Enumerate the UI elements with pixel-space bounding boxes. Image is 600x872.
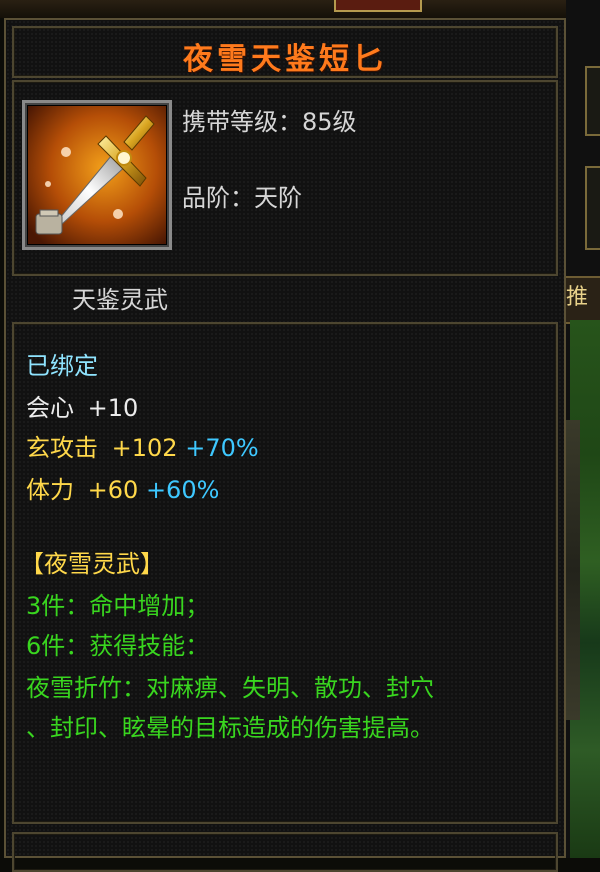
stat-stamina-value: +60: [87, 476, 139, 504]
set-skill-line-2: 、封印、眩晕的目标造成的伤害提高。: [26, 714, 434, 742]
item-description-box: [12, 832, 558, 872]
carry-level-label: 携带等级：: [182, 108, 302, 136]
stat-stamina: 体力 +60 +60%: [26, 470, 219, 505]
title-box: 夜雪天鉴短匕: [12, 26, 558, 78]
item-stats-box: 已绑定 会心 +10 玄攻击 +102 +70% 体力 +60 +60% 【夜雪…: [12, 322, 558, 824]
grade-value: 天阶: [254, 184, 302, 212]
grade-label: 品阶：: [182, 184, 254, 212]
set-bonus-3: 3件：命中增加；: [26, 592, 210, 620]
item-icon-frame[interactable]: [22, 100, 172, 250]
item-info-box: 携带等级：85级 品阶：天阶: [12, 80, 558, 276]
set-bonus-6: 6件：获得技能：: [26, 632, 210, 660]
item-grade: 品阶：天阶: [182, 178, 302, 213]
stat-xuan-value: +102: [111, 434, 178, 462]
stat-xuan-label: 玄攻击: [26, 434, 98, 462]
stat-crit-value: +10: [87, 394, 139, 422]
carry-level: 携带等级：85级: [182, 102, 357, 137]
item-tooltip: 夜雪天鉴短匕 携带等级：85级 品阶：天阶 天鉴灵武 已绑定 会心 +10 玄攻…: [4, 18, 566, 872]
item-name: 夜雪天鉴短匕: [183, 42, 387, 77]
set-name: 【夜雪灵武】: [20, 550, 164, 578]
carry-level-value: 85级: [302, 108, 357, 136]
top-item-slot[interactable]: [334, 0, 422, 12]
right-panel-slot-2[interactable]: [585, 166, 600, 250]
top-strip: [0, 0, 570, 18]
set-skill-line-1: 夜雪折竹：对麻痹、失明、散功、封穴: [26, 674, 434, 702]
stat-stamina-label: 体力: [26, 476, 74, 504]
right-panel-banner: 推: [566, 276, 600, 324]
bound-status: 已绑定: [26, 352, 98, 380]
stat-crit-label: 会心: [26, 394, 74, 422]
stat-xuan-pct: +70%: [185, 434, 259, 462]
stat-xuan-attack: 玄攻击 +102 +70%: [26, 428, 259, 463]
item-category: 天鉴灵武: [72, 286, 168, 314]
tree-trunk: [566, 420, 580, 720]
stat-stamina-pct: +60%: [145, 476, 220, 504]
stat-crit: 会心 +10: [26, 388, 138, 423]
golden-dagger-icon: [28, 106, 166, 244]
right-panel-slot-1[interactable]: [585, 66, 600, 136]
